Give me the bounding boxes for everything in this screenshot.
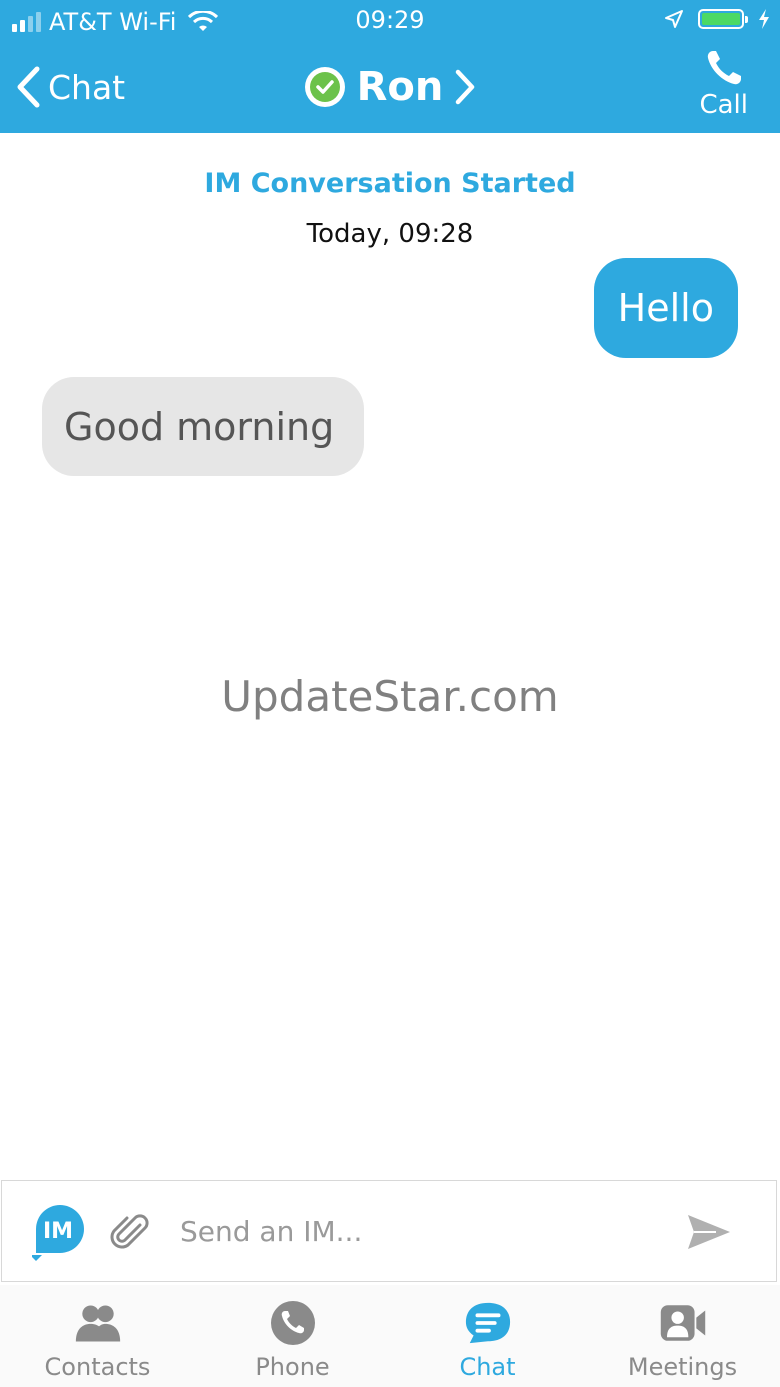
- meetings-icon: [659, 1299, 707, 1347]
- nav-bar: Chat Ron Call: [0, 42, 780, 133]
- status-right: [664, 9, 770, 29]
- tab-phone-label: Phone: [255, 1353, 330, 1381]
- message-input[interactable]: [180, 1209, 660, 1253]
- status-time: 09:29: [355, 6, 425, 34]
- conversation-started-label: IM Conversation Started: [204, 168, 576, 199]
- chevron-right-icon: [456, 69, 475, 105]
- message-bubble-outgoing[interactable]: Hello: [593, 258, 738, 358]
- attachment-button[interactable]: [110, 1213, 150, 1257]
- send-button[interactable]: [686, 1213, 732, 1255]
- status-bar: AT&T Wi-Fi 09:29: [0, 0, 780, 42]
- presence-available-icon: [304, 67, 345, 107]
- tab-meetings-label: Meetings: [627, 1353, 738, 1381]
- call-label: Call: [699, 90, 748, 120]
- tab-contacts-label: Contacts: [44, 1353, 151, 1381]
- message-bubble-incoming[interactable]: Good morning: [42, 377, 365, 476]
- watermark: UpdateStar.com: [221, 672, 559, 721]
- paperclip-icon: [110, 1214, 149, 1249]
- message-composer: IM: [1, 1180, 777, 1282]
- chat-icon: [464, 1299, 512, 1347]
- charging-bolt-icon: [759, 9, 769, 29]
- tab-bar: Contacts Phone Chat Meetings: [0, 1285, 780, 1387]
- contact-title[interactable]: Ron: [0, 64, 780, 110]
- location-arrow-icon: [665, 10, 683, 28]
- tab-meetings[interactable]: Meetings: [585, 1285, 780, 1387]
- contacts-icon: [74, 1299, 122, 1347]
- call-button[interactable]: Call: [699, 48, 748, 120]
- phone-icon: [269, 1299, 317, 1347]
- header: AT&T Wi-Fi 09:29 Chat Ron Call: [0, 0, 780, 133]
- tab-chat-label: Chat: [459, 1353, 516, 1381]
- tab-phone[interactable]: Phone: [195, 1285, 390, 1387]
- contact-name: Ron: [356, 64, 444, 110]
- tab-contacts[interactable]: Contacts: [0, 1285, 195, 1387]
- send-icon: [688, 1215, 730, 1249]
- battery-icon: [698, 9, 748, 29]
- tab-chat[interactable]: Chat: [390, 1285, 585, 1387]
- conversation-timestamp: Today, 09:28: [306, 219, 474, 249]
- im-mode-selector[interactable]: IM: [30, 1203, 84, 1261]
- phone-icon: [707, 51, 741, 85]
- im-badge-label: IM: [43, 1219, 73, 1244]
